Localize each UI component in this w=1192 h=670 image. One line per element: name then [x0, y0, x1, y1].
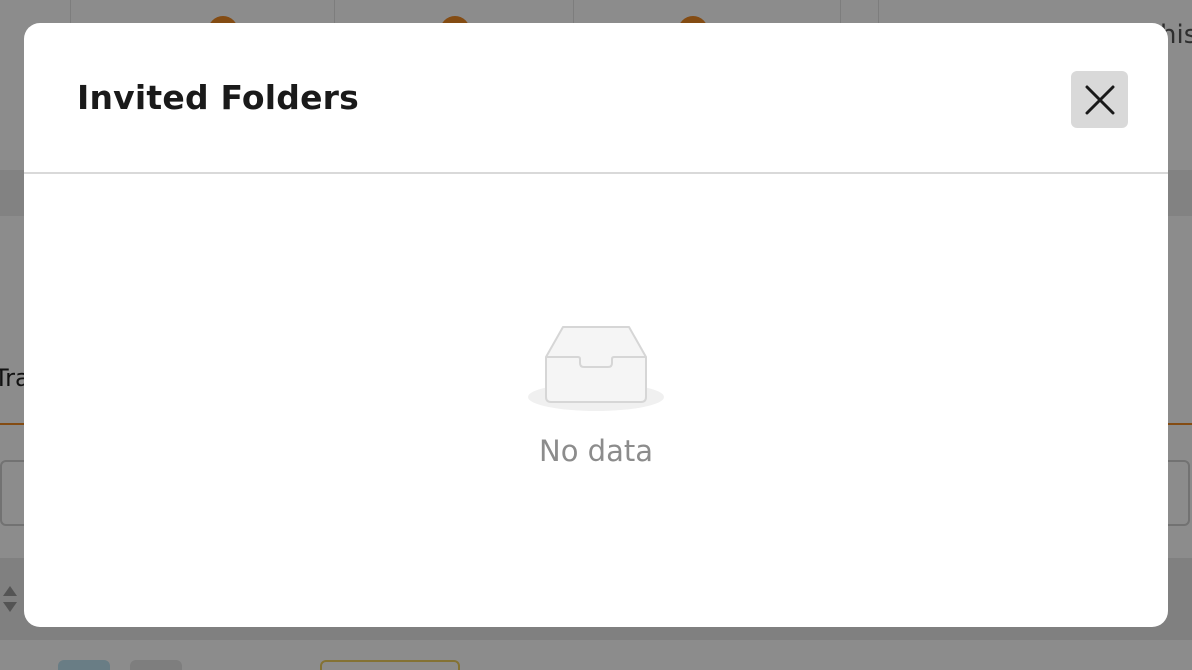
close-button[interactable]: [1071, 71, 1128, 128]
empty-inbox-icon: [528, 326, 664, 411]
invited-folders-dialog: Invited Folders No data: [24, 23, 1168, 627]
empty-state-text: No data: [539, 434, 653, 468]
dialog-header: Invited Folders: [24, 23, 1168, 174]
close-icon: [1085, 85, 1114, 114]
dialog-title: Invited Folders: [77, 78, 359, 117]
